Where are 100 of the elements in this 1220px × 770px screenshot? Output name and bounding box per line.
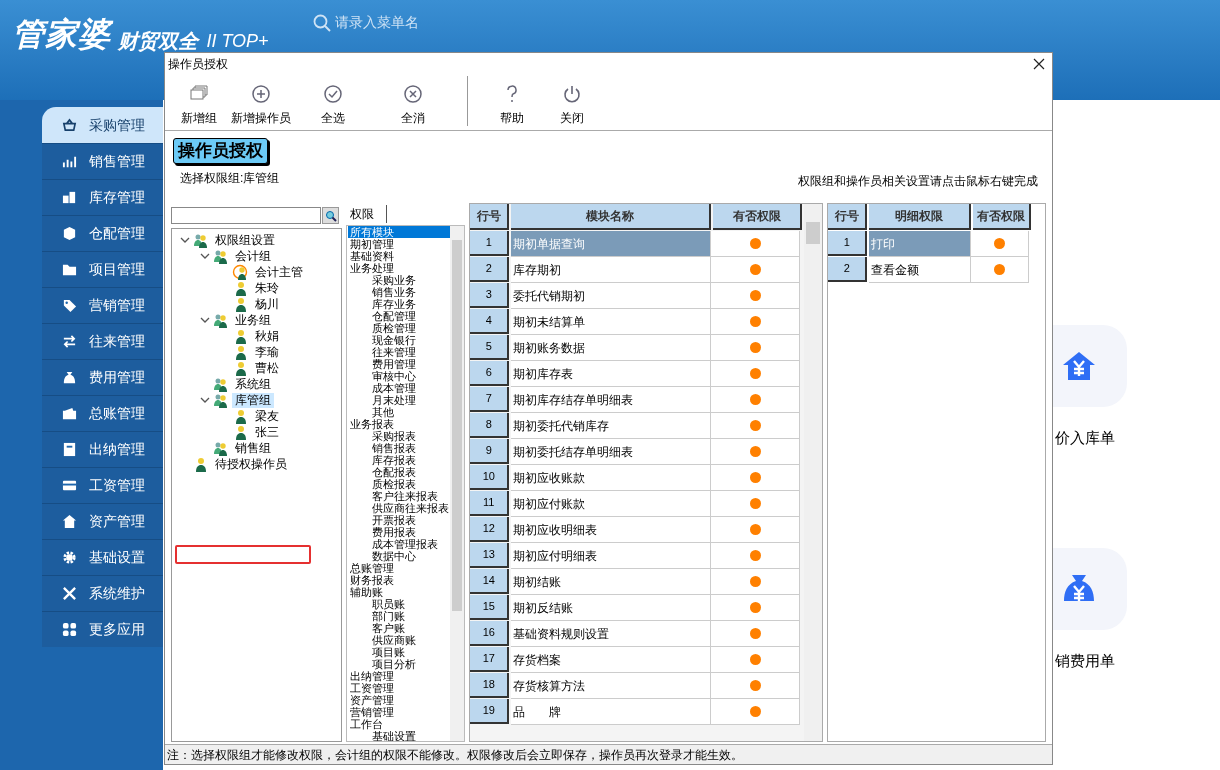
- table-cell[interactable]: 库存期初: [511, 257, 712, 283]
- table-cell[interactable]: 期初结账: [511, 569, 712, 595]
- table-cell[interactable]: 期初应收明细表: [511, 517, 712, 543]
- module-item[interactable]: 费用管理: [348, 358, 451, 370]
- module-item[interactable]: 工作台: [348, 718, 451, 730]
- module-item[interactable]: 费用报表: [348, 526, 451, 538]
- module-item[interactable]: 质检报表: [348, 478, 451, 490]
- table-cell[interactable]: 期初库存结存单明细表: [511, 387, 712, 413]
- module-item[interactable]: 现金银行: [348, 334, 451, 346]
- chevron-icon[interactable]: [180, 235, 190, 245]
- sidebar-item[interactable]: 库存管理: [42, 179, 163, 215]
- sidebar-item[interactable]: 销售管理: [42, 143, 163, 179]
- tree-item[interactable]: 业务组: [232, 312, 274, 328]
- module-item[interactable]: 基础资料: [348, 250, 451, 262]
- module-item[interactable]: 仓配管理: [348, 310, 451, 322]
- chevron-icon[interactable]: [200, 395, 210, 405]
- tree-item[interactable]: 会计主管: [252, 264, 306, 280]
- module-item[interactable]: 总账管理: [348, 562, 451, 574]
- permission-tab[interactable]: 权限: [350, 205, 387, 223]
- module-item[interactable]: 库存业务: [348, 298, 451, 310]
- module-item[interactable]: 质检管理: [348, 322, 451, 334]
- table-cell[interactable]: 期初库存表: [511, 361, 712, 387]
- module-item[interactable]: 采购报表: [348, 430, 451, 442]
- module-item[interactable]: 业务报表: [348, 418, 451, 430]
- sidebar-item[interactable]: 出纳管理: [42, 431, 163, 467]
- module-item[interactable]: 基础设置: [348, 730, 451, 741]
- table-cell[interactable]: 委托代销期初: [511, 283, 712, 309]
- module-item[interactable]: 供应商往来报表: [348, 502, 451, 514]
- sidebar-item[interactable]: 基础设置: [42, 539, 163, 575]
- sidebar-item[interactable]: 系统维护: [42, 575, 163, 611]
- module-item[interactable]: 供应商账: [348, 634, 451, 646]
- sidebar-item[interactable]: 项目管理: [42, 251, 163, 287]
- tree-item[interactable]: 销售组: [232, 440, 274, 456]
- module-item[interactable]: 往来管理: [348, 346, 451, 358]
- toolbar-button[interactable]: 关闭: [542, 83, 602, 127]
- toolbar-button[interactable]: 全选: [303, 83, 363, 127]
- module-item[interactable]: 业务处理: [348, 262, 451, 274]
- module-item[interactable]: 数据中心: [348, 550, 451, 562]
- module-item[interactable]: 采购业务: [348, 274, 451, 286]
- tree-item[interactable]: 秋娟: [252, 328, 282, 344]
- tree-item[interactable]: 李瑜: [252, 344, 282, 360]
- module-item[interactable]: 审核中心: [348, 370, 451, 382]
- table-cell[interactable]: 期初委托代销库存: [511, 413, 712, 439]
- table-cell[interactable]: 期初反结账: [511, 595, 712, 621]
- module-item[interactable]: 财务报表: [348, 574, 451, 586]
- tree-item[interactable]: 梁友: [252, 408, 282, 424]
- module-item[interactable]: 销售业务: [348, 286, 451, 298]
- tree-item[interactable]: 朱玲: [252, 280, 282, 296]
- module-item[interactable]: 期初管理: [348, 238, 451, 250]
- table-cell[interactable]: 基础资料规则设置: [511, 621, 712, 647]
- module-item[interactable]: 库存报表: [348, 454, 451, 466]
- module-item[interactable]: 辅助账: [348, 586, 451, 598]
- table-cell[interactable]: 存货档案: [511, 647, 712, 673]
- toolbar-button[interactable]: 全消: [383, 83, 443, 127]
- table-cell[interactable]: 期初未结算单: [511, 309, 712, 335]
- table-cell[interactable]: 期初账务数据: [511, 335, 712, 361]
- module-item[interactable]: 营销管理: [348, 706, 451, 718]
- module-item[interactable]: 工资管理: [348, 682, 451, 694]
- toolbar-button[interactable]: 新增操作员: [229, 83, 293, 127]
- sidebar-item[interactable]: 更多应用: [42, 611, 163, 647]
- sidebar-item[interactable]: 仓配管理: [42, 215, 163, 251]
- module-item[interactable]: 资产管理: [348, 694, 451, 706]
- module-item[interactable]: 成本管理报表: [348, 538, 451, 550]
- table-cell[interactable]: 查看金额: [869, 257, 972, 283]
- table-cell[interactable]: 品 牌: [511, 699, 712, 725]
- tree-item[interactable]: 会计组: [232, 248, 274, 264]
- module-item[interactable]: 出纳管理: [348, 670, 451, 682]
- module-item[interactable]: 项目分析: [348, 658, 451, 670]
- tree-item[interactable]: 权限组设置: [212, 232, 278, 248]
- tree-item[interactable]: 张三: [252, 424, 282, 440]
- sidebar-item[interactable]: 资产管理: [42, 503, 163, 539]
- table-cell[interactable]: 期初应付账款: [511, 491, 712, 517]
- tree-search-field[interactable]: [171, 207, 321, 224]
- module-item[interactable]: 其他: [348, 406, 451, 418]
- table-cell[interactable]: 期初应收账款: [511, 465, 712, 491]
- module-item[interactable]: 项目账: [348, 646, 451, 658]
- module-item[interactable]: 所有模块: [348, 226, 451, 238]
- table-cell[interactable]: 期初应付明细表: [511, 543, 712, 569]
- table-cell[interactable]: 期初委托结存单明细表: [511, 439, 712, 465]
- scrollbar[interactable]: [450, 226, 465, 741]
- scrollbar[interactable]: [804, 204, 823, 741]
- tree-item[interactable]: 系统组: [232, 376, 274, 392]
- sidebar-item[interactable]: 总账管理: [42, 395, 163, 431]
- toolbar-button[interactable]: 帮助: [482, 83, 542, 127]
- module-item[interactable]: 成本管理: [348, 382, 451, 394]
- sidebar-item[interactable]: 往来管理: [42, 323, 163, 359]
- sidebar-item[interactable]: 费用管理: [42, 359, 163, 395]
- table-cell[interactable]: 存货核算方法: [511, 673, 712, 699]
- tree-item[interactable]: 待授权操作员: [212, 456, 290, 472]
- chevron-icon[interactable]: [200, 315, 210, 325]
- module-item[interactable]: 开票报表: [348, 514, 451, 526]
- sidebar-item[interactable]: 工资管理: [42, 467, 163, 503]
- chevron-icon[interactable]: [200, 251, 210, 261]
- module-item[interactable]: 客户往来报表: [348, 490, 451, 502]
- tree-search-button[interactable]: [322, 207, 339, 224]
- module-item[interactable]: 客户账: [348, 622, 451, 634]
- module-item[interactable]: 部门账: [348, 610, 451, 622]
- sidebar-item[interactable]: 营销管理: [42, 287, 163, 323]
- toolbar-button[interactable]: 新增组: [169, 83, 229, 127]
- module-item[interactable]: 仓配报表: [348, 466, 451, 478]
